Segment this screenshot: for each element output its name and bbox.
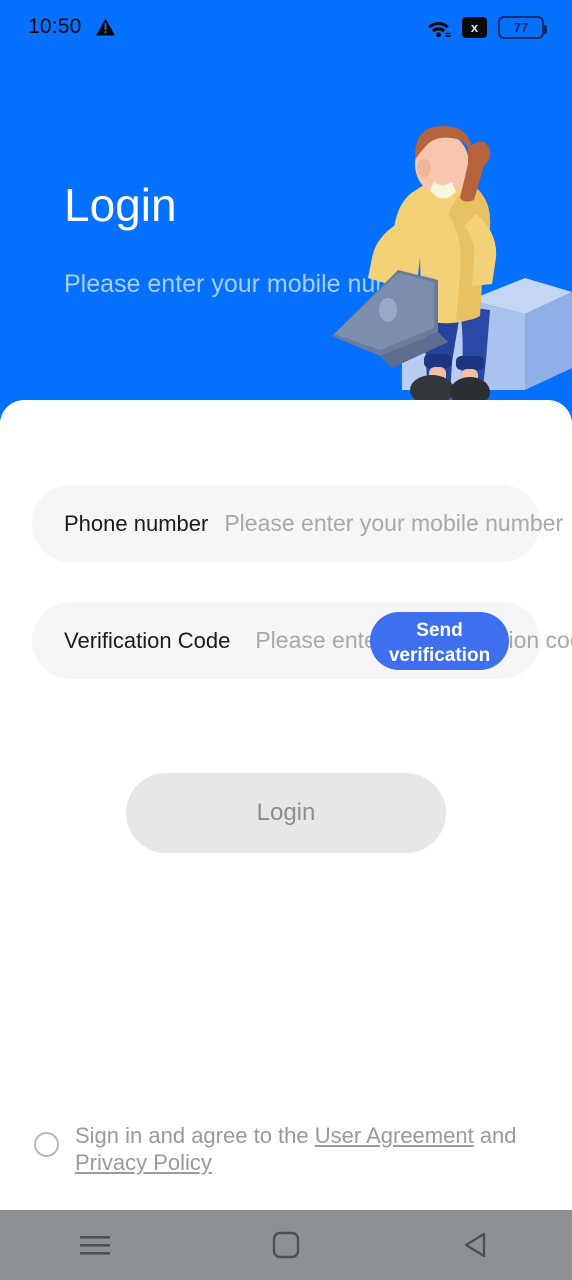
agreement-text: Sign in and agree to the User Agreement …: [75, 1122, 534, 1176]
person-with-laptop-illustration: [332, 126, 572, 407]
x-badge-label: x: [470, 19, 479, 35]
status-bar-clock: 10:50: [28, 15, 82, 38]
verification-code-field[interactable]: Verification Code Please enter the verif…: [32, 602, 572, 679]
page-title: Login: [64, 179, 177, 231]
phone-screen: 10:50 x 77 Login Please enter your mobil…: [0, 0, 572, 1280]
warning-triangle-icon: [95, 18, 115, 36]
nav-recents-button[interactable]: [0, 1232, 191, 1258]
back-icon: [464, 1232, 485, 1258]
privacy-policy-link[interactable]: Privacy Policy: [75, 1150, 212, 1175]
phone-number-label: Phone number: [64, 510, 209, 536]
agreement-conjunction: and: [473, 1123, 517, 1148]
android-nav-bar: [0, 1210, 572, 1280]
verification-code-label: Verification Code: [64, 627, 231, 653]
status-bar-right: x 77: [426, 15, 547, 39]
login-button[interactable]: Login: [126, 773, 446, 853]
wifi-icon: [428, 21, 451, 37]
status-bar: 10:50 x 77: [0, 0, 572, 54]
user-agreement-link[interactable]: User Agreement: [315, 1123, 474, 1148]
login-form-sheet: Phone number Please enter your mobile nu…: [0, 400, 572, 1210]
status-bar-left: 10:50: [28, 15, 115, 39]
agreement-row[interactable]: Sign in and agree to the User Agreement …: [34, 1122, 534, 1176]
battery-level-label: 77: [513, 19, 529, 35]
agreement-prefix: Sign in and agree to the: [75, 1123, 315, 1148]
agreement-radio[interactable]: [34, 1132, 59, 1157]
phone-number-field[interactable]: Phone number Please enter your mobile nu…: [32, 485, 563, 562]
battery-icon: 77: [498, 15, 547, 39]
recents-icon: [80, 1236, 111, 1255]
nav-home-button[interactable]: [191, 1231, 382, 1259]
home-icon: [272, 1231, 300, 1259]
send-verification-code-button[interactable]: Send verification code: [370, 612, 509, 670]
nav-back-button[interactable]: [381, 1230, 572, 1260]
hero-header: 10:50 x 77 Login Please enter your mobil…: [0, 0, 572, 420]
x-badge-icon: x: [462, 16, 487, 38]
phone-number-input[interactable]: Please enter your mobile number: [224, 510, 563, 537]
